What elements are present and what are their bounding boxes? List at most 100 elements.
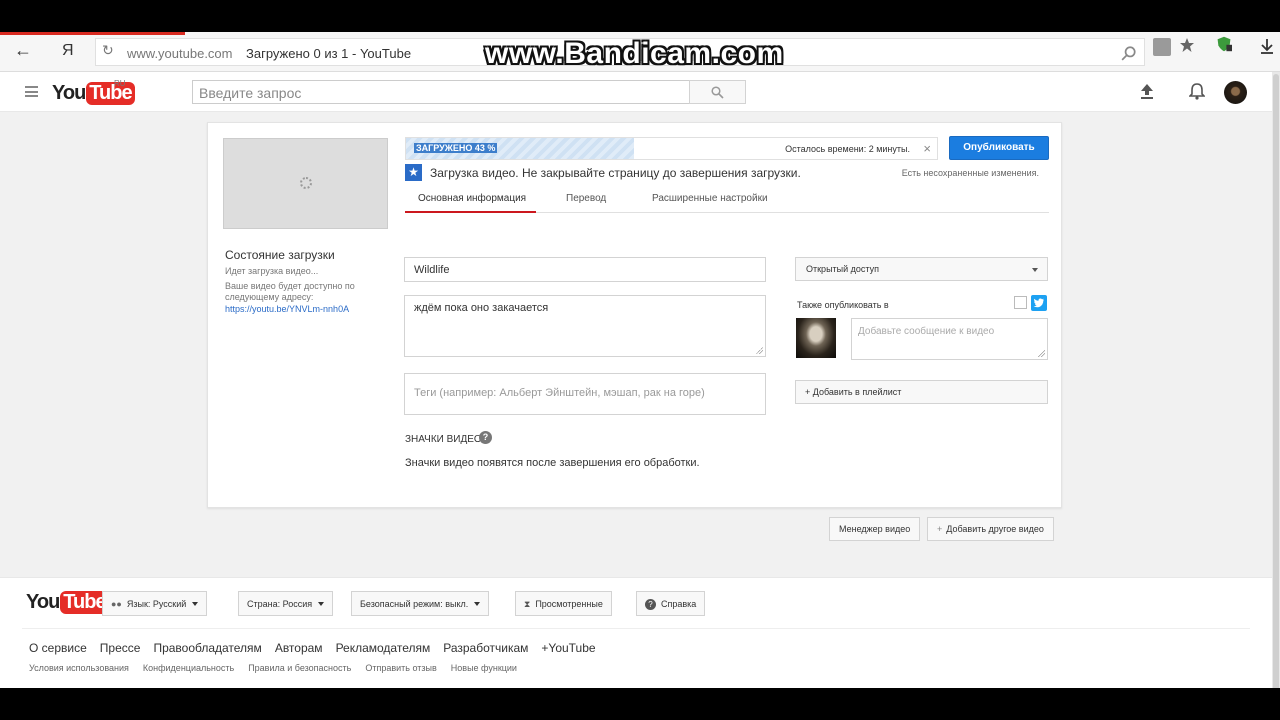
language-label: Язык: Русский xyxy=(126,599,187,609)
yandex-logo[interactable]: Я xyxy=(62,42,74,60)
language-icon: ●● xyxy=(111,599,122,609)
video-short-link[interactable]: https://youtu.be/YNVLm-nnh0A xyxy=(225,304,349,314)
footer-link-plus-youtube[interactable]: +YouTube xyxy=(541,641,595,655)
help-button[interactable]: ? Справка xyxy=(636,591,706,616)
unsaved-changes-note: Есть несохраненные изменения. xyxy=(901,168,1039,178)
privacy-select[interactable]: Открытый доступ xyxy=(795,257,1048,281)
logo-region: RU xyxy=(114,79,126,88)
footer-link-terms[interactable]: Условия использования xyxy=(29,663,129,673)
footer-link-new-features[interactable]: Новые функции xyxy=(451,663,517,673)
video-title-field[interactable]: Wildlife xyxy=(404,257,766,282)
footer-link-copyright[interactable]: Правообладателям xyxy=(153,641,261,655)
upload-tabs: Основная информация Перевод Расширенные … xyxy=(405,185,1049,213)
upload-state-subtitle: Идет загрузка видео... xyxy=(225,266,319,276)
search-input[interactable]: Введите запрос xyxy=(192,80,690,104)
footer-link-creators[interactable]: Авторам xyxy=(275,641,323,655)
youtube-logo[interactable]: You Tube RU xyxy=(52,79,135,105)
guide-menu-icon[interactable] xyxy=(25,86,38,97)
footer-divider xyxy=(22,628,1250,629)
thumbnails-message: Значки видео появятся после завершения е… xyxy=(405,457,700,469)
thumbnails-title: ЗНАЧКИ ВИДЕО xyxy=(405,434,482,445)
add-another-video-label: Добавить другое видео xyxy=(946,524,1044,534)
zoom-icon[interactable] xyxy=(1121,45,1137,61)
privacy-value: Открытый доступ xyxy=(806,264,880,274)
share-checkbox[interactable] xyxy=(1014,296,1027,309)
upload-icon[interactable] xyxy=(1140,83,1154,99)
share-message-field[interactable]: Добавьте сообщение к видео xyxy=(851,318,1048,360)
upload-progress-label: ЗАГРУЖЕНО 43 % xyxy=(414,143,498,153)
cancel-upload-close-icon[interactable]: × xyxy=(923,141,931,156)
notifications-bell-icon[interactable] xyxy=(1189,82,1205,100)
back-button[interactable]: ← xyxy=(14,40,32,61)
language-chevron-icon xyxy=(192,602,199,606)
tags-field[interactable]: Теги (например: Альберт Эйнштейн, мэшап,… xyxy=(404,373,766,415)
reload-icon[interactable]: ↻ xyxy=(102,42,114,59)
browser-frame: ← Я ↻ www.youtube.com Загружено 0 из 1 -… xyxy=(0,32,1280,688)
publish-button[interactable]: Опубликовать xyxy=(949,136,1049,160)
resize-grip-icon[interactable] xyxy=(756,347,763,354)
footer-link-advertise[interactable]: Рекламодателям xyxy=(336,641,431,655)
footer-link-policy-safety[interactable]: Правила и безопасность xyxy=(248,663,351,673)
help-question-icon[interactable]: ? xyxy=(479,431,492,444)
upload-progress-bar: ЗАГРУЖЕНО 43 % Осталось времени: 2 минут… xyxy=(405,137,938,160)
address-domain: www.youtube.com xyxy=(127,46,233,61)
share-resize-grip-icon[interactable] xyxy=(1038,350,1045,357)
bookmark-star-icon[interactable] xyxy=(1179,37,1195,53)
logo-you-text: You xyxy=(52,81,86,104)
video-manager-button[interactable]: Менеджер видео xyxy=(829,517,921,541)
footer-link-press[interactable]: Прессе xyxy=(100,641,141,655)
hourglass-icon: ⧗ xyxy=(524,599,531,609)
tab-advanced-settings[interactable]: Расширенные настройки xyxy=(652,193,768,204)
loading-spinner-icon xyxy=(300,177,312,189)
address-page-title: Загружено 0 из 1 - YouTube xyxy=(246,46,412,61)
channel-avatar xyxy=(796,318,836,358)
footer-youtube-logo[interactable]: You Tube xyxy=(26,591,109,614)
twitter-share-button[interactable] xyxy=(1031,295,1047,311)
page-footer: You Tube ●● Язык: Русский Страна: Россия Б… xyxy=(0,577,1272,688)
search-icon xyxy=(711,86,724,99)
upload-status-star-icon: ★ xyxy=(405,164,422,181)
tab-basic-info[interactable]: Основная информация xyxy=(418,193,526,204)
video-description-field[interactable]: ждём пока оно закачается xyxy=(404,295,766,357)
twitter-bird-icon xyxy=(1033,298,1044,308)
footer-logo-you: You xyxy=(26,591,60,613)
browser-toolbar: ← Я ↻ www.youtube.com Загружено 0 из 1 -… xyxy=(0,32,1280,72)
also-publish-label: Также опубликовать в xyxy=(797,300,889,310)
search-button[interactable] xyxy=(689,80,746,104)
add-to-playlist-button[interactable]: + Добавить в плейлист xyxy=(795,380,1048,404)
add-another-video-button[interactable]: + Добавить другое видео xyxy=(927,517,1054,541)
youtube-header: You Tube RU Введите запрос xyxy=(0,72,1272,112)
language-button[interactable]: ●● Язык: Русский xyxy=(102,591,208,616)
time-remaining: Осталось времени: 2 минуты. xyxy=(785,144,910,154)
bandicam-watermark: www.Bandicam.com xyxy=(485,37,784,70)
video-top-letterbox xyxy=(0,0,1280,32)
upload-status-message: Загрузка видео. Не закрывайте страницу д… xyxy=(430,166,801,180)
country-button[interactable]: Страна: Россия xyxy=(238,591,334,616)
footer-links: О сервисе Прессе Правообладателям Авторам Ре… xyxy=(29,641,609,655)
help-label: Справка xyxy=(661,599,697,609)
adblock-shield-icon[interactable] xyxy=(1216,36,1232,52)
video-bottom-letterbox xyxy=(0,688,1280,720)
tab-translation[interactable]: Перевод xyxy=(566,193,606,204)
footer-link-feedback[interactable]: Отправить отзыв xyxy=(365,663,436,673)
upload-card: Состояние загрузки Идет загрузка видео..… xyxy=(207,122,1062,508)
safe-mode-label: Безопасный режим: выкл. xyxy=(360,599,469,609)
country-label: Страна: Россия xyxy=(247,599,313,609)
footer-link-about[interactable]: О сервисе xyxy=(29,641,87,655)
country-chevron-icon xyxy=(318,602,325,606)
safe-mode-chevron-icon xyxy=(474,602,481,606)
chevron-down-icon xyxy=(1032,268,1038,272)
reader-mode-icon[interactable] xyxy=(1153,38,1171,56)
page-load-indicator xyxy=(0,32,185,35)
share-message-placeholder: Добавьте сообщение к видео xyxy=(858,326,995,337)
footer-link-developers[interactable]: Разработчикам xyxy=(443,641,528,655)
account-avatar[interactable] xyxy=(1224,81,1247,104)
description-text: ждём пока оно закачается xyxy=(414,302,549,314)
page-scrollbar-thumb[interactable] xyxy=(1273,74,1279,688)
history-button[interactable]: ⧗ Просмотренные xyxy=(515,591,612,616)
downloads-icon[interactable] xyxy=(1259,38,1275,54)
footer-small-links: Условия использования Конфиденциальность П… xyxy=(29,663,531,673)
footer-link-privacy[interactable]: Конфиденциальность xyxy=(143,663,234,673)
safe-mode-button[interactable]: Безопасный режим: выкл. xyxy=(351,591,490,616)
video-thumbnail-placeholder xyxy=(223,138,388,229)
